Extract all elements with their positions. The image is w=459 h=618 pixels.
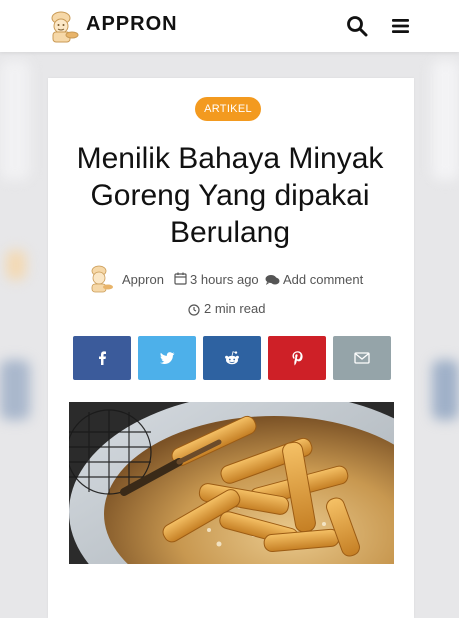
email-icon xyxy=(354,352,370,364)
share-buttons xyxy=(73,336,393,380)
search-icon[interactable] xyxy=(346,15,368,37)
article-meta: Appron 3 hours ago Add comment xyxy=(0,265,459,294)
background-blur xyxy=(432,360,459,420)
facebook-icon xyxy=(99,351,106,365)
reddit-icon xyxy=(225,351,239,365)
reddit-share-button[interactable] xyxy=(203,336,261,380)
brand-name[interactable]: APPRON xyxy=(86,13,178,36)
comment-icon[interactable] xyxy=(265,273,280,285)
article-title: Menilik Bahaya Minyak Goreng Yang dipaka… xyxy=(76,142,384,249)
post-time: 3 hours ago xyxy=(190,272,259,287)
facebook-share-button[interactable] xyxy=(73,336,131,380)
read-time: 2 min read xyxy=(204,301,266,316)
twitter-icon xyxy=(159,352,174,364)
twitter-share-button[interactable] xyxy=(138,336,196,380)
article-image-fried-spring-rolls xyxy=(69,402,394,564)
pinterest-share-button[interactable] xyxy=(268,336,326,380)
chef-logo-icon[interactable] xyxy=(48,9,80,43)
category-badge[interactable]: ARTIKEL xyxy=(195,97,261,121)
background-blur xyxy=(432,60,459,180)
background-blur xyxy=(0,360,30,420)
author-avatar[interactable] xyxy=(88,264,114,294)
clock-icon xyxy=(188,303,200,316)
site-header: APPRON xyxy=(0,0,459,52)
background-blur xyxy=(0,60,30,180)
email-share-button[interactable] xyxy=(333,336,391,380)
hamburger-menu-icon[interactable] xyxy=(390,15,412,37)
pinterest-icon xyxy=(292,350,303,365)
calendar-icon xyxy=(174,272,187,285)
add-comment-link[interactable]: Add comment xyxy=(283,272,363,287)
author-name[interactable]: Appron xyxy=(122,272,164,287)
